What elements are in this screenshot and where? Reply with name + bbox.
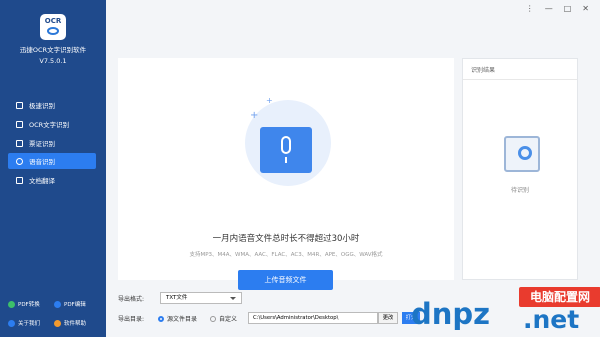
card-icon (16, 139, 23, 147)
about-link[interactable]: 关于我们 (8, 319, 54, 327)
window-controls: ⋮ — □ ✕ (526, 4, 589, 13)
dir-label: 导出目录: (118, 316, 145, 323)
main-area: ⋮ — □ ✕ + + 一月内语音文件总时长不得超过30小时 支持MP3、M4A… (106, 0, 600, 337)
app-version: V7.5.0.1 (39, 57, 67, 65)
nav-item-voice[interactable]: 语音识别 (8, 153, 96, 169)
format-label: 导出格式: (118, 296, 145, 303)
app-logo-icon: OCR (40, 14, 66, 40)
pdf-convert-link[interactable]: PDF转换 (8, 300, 54, 308)
watermark: dnpz 电脑配置网 .net (411, 283, 600, 337)
plus-decor-icon: + (266, 96, 273, 105)
custom-dir-radio[interactable]: 自定义 (210, 314, 237, 323)
pdf-convert-icon (8, 300, 15, 308)
upload-title: 一月内语音文件总时长不得超过30小时 (212, 234, 360, 244)
footer-links: PDF转换 PDF编辑 关于我们 软件帮助 (8, 300, 100, 327)
microphone-icon (260, 127, 312, 173)
minimize-icon[interactable]: — (545, 4, 553, 13)
watermark-left: dnpz (411, 297, 491, 331)
supported-formats: 支持MP3、M4A、WMA、AAC、FLAC、AC3、M4R、APE、OGG、W… (189, 252, 383, 258)
pdf-edit-link[interactable]: PDF编辑 (54, 300, 100, 308)
divider (463, 79, 577, 80)
info-icon (8, 319, 15, 327)
nav-item-card[interactable]: 票证识别 (8, 135, 96, 151)
nav-item-translate[interactable]: 文档翻译 (8, 172, 96, 188)
nav-item-ocr[interactable]: OCR文字识别 (8, 116, 96, 132)
plus-decor-icon: + (250, 110, 259, 121)
source-dir-radio[interactable]: 源文件目录 (158, 314, 197, 323)
result-empty-text: 待识别 (510, 187, 529, 194)
image-icon (16, 101, 23, 109)
result-panel: 识别结果 待识别 (462, 58, 578, 280)
help-icon (54, 319, 61, 327)
app-name: 迅捷OCR文字识别软件 (19, 46, 87, 54)
radio-icon (210, 315, 216, 322)
watermark-right: .net (523, 305, 580, 334)
app-title: 迅捷OCR文字识别软件 V7.5.0.1 (0, 45, 106, 67)
radio-selected-icon (158, 315, 164, 322)
nav-item-speed[interactable]: 极速识别 (8, 97, 96, 113)
maximize-icon[interactable]: □ (564, 4, 572, 13)
sidebar: OCR 迅捷OCR文字识别软件 V7.5.0.1 极速识别 OCR文字识别 票证… (0, 0, 106, 337)
translate-icon (16, 176, 23, 184)
scan-icon (16, 120, 23, 128)
help-link[interactable]: 软件帮助 (54, 319, 100, 327)
output-path-field[interactable]: C:\Users\Administrator\Desktop\ (248, 312, 378, 324)
search-document-icon (504, 136, 540, 172)
pdf-edit-icon (54, 300, 61, 308)
close-icon[interactable]: ✕ (582, 4, 589, 13)
result-title: 识别结果 (471, 67, 496, 74)
watermark-badge: 电脑配置网 (519, 287, 600, 307)
change-dir-button[interactable]: 更改 (378, 312, 398, 324)
upload-audio-button[interactable]: 上传音频文件 (238, 270, 333, 290)
mic-icon (16, 157, 23, 165)
upload-panel[interactable]: + + 一月内语音文件总时长不得超过30小时 支持MP3、M4A、WMA、AAC… (118, 58, 454, 290)
menu-icon[interactable]: ⋮ (526, 4, 534, 13)
format-select[interactable]: TXT文件 (160, 292, 242, 304)
